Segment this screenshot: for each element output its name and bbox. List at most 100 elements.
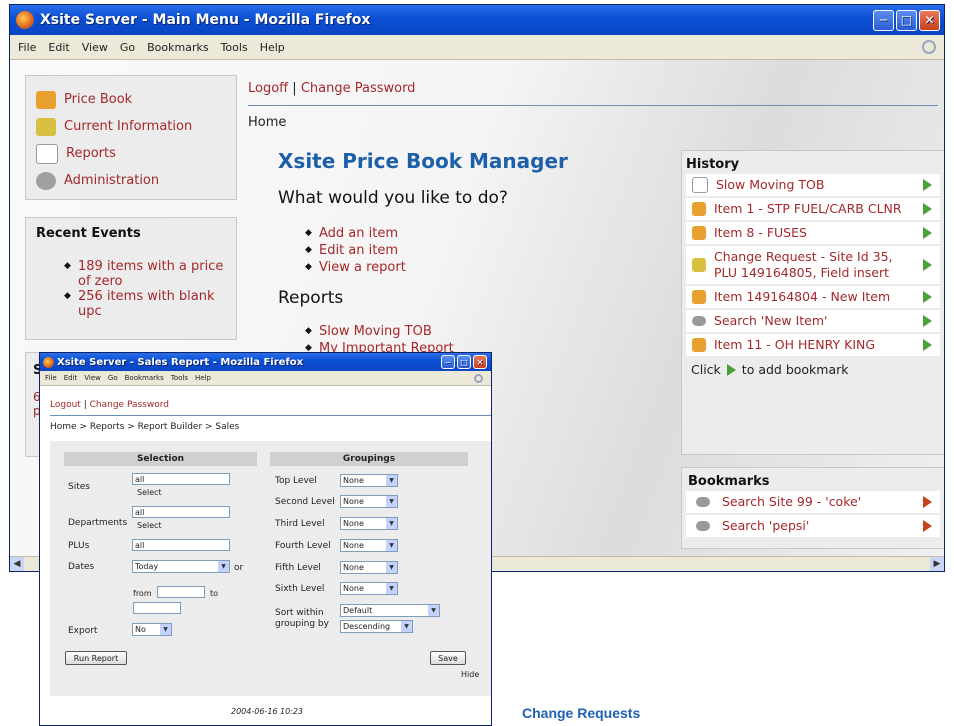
export-select[interactable]: No ▼ xyxy=(132,623,172,636)
run-report-button[interactable]: Run Report xyxy=(65,651,127,665)
menu-file[interactable]: File xyxy=(18,41,36,54)
departments-select-link[interactable]: Select xyxy=(137,521,162,530)
from-date-field[interactable] xyxy=(157,586,205,598)
recent-event-item[interactable]: 256 items with blank upc xyxy=(64,289,226,319)
bookmarks-box: Bookmarks Search Site 99 - 'coke' Search… xyxy=(681,467,944,549)
price-book-icon xyxy=(692,290,706,304)
add-bookmark-icon[interactable] xyxy=(923,179,932,191)
grouping-level-label: Second Level xyxy=(275,497,335,507)
logoff-link[interactable]: Logoff xyxy=(248,81,288,96)
main-titlebar: Xsite Server - Main Menu - Mozilla Firef… xyxy=(10,5,944,35)
popup-window-title: Xsite Server - Sales Report - Mozilla Fi… xyxy=(57,356,304,368)
page-title: Xsite Price Book Manager xyxy=(278,149,568,173)
action-edit-item[interactable]: Edit an item xyxy=(305,242,406,259)
history-item-label: Item 8 - FUSES xyxy=(714,225,807,240)
bookmark-item[interactable]: Search Site 99 - 'coke' xyxy=(686,491,940,513)
remove-bookmark-icon[interactable] xyxy=(923,496,932,508)
history-item[interactable]: Item 11 - OH HENRY KING xyxy=(686,334,940,356)
history-item[interactable]: Slow Moving TOB xyxy=(686,174,940,196)
add-bookmark-icon[interactable] xyxy=(923,315,932,327)
bookmark-item[interactable]: Search 'pepsi' xyxy=(686,515,940,537)
hide-link[interactable]: Hide xyxy=(461,670,479,679)
recent-events-heading: Recent Events xyxy=(36,226,141,241)
popup-menu-help[interactable]: Help xyxy=(195,374,211,382)
report-slow-moving-tob[interactable]: Slow Moving TOB xyxy=(305,323,454,340)
add-bookmark-icon[interactable] xyxy=(923,203,932,215)
add-bookmark-icon[interactable] xyxy=(923,227,932,239)
departments-field[interactable]: all xyxy=(132,506,230,518)
change-password-link[interactable]: Change Password xyxy=(301,81,416,96)
grouping-level-select[interactable]: None ▼ xyxy=(340,561,398,574)
nav-current-information[interactable]: Current Information xyxy=(26,113,236,140)
grouping-level-label: Fourth Level xyxy=(275,541,331,551)
history-item[interactable]: Item 149164804 - New Item xyxy=(686,286,940,308)
popup-account-links: Logout | Change Password xyxy=(50,400,169,410)
to-date-field[interactable] xyxy=(133,602,181,614)
throbber-icon xyxy=(474,373,483,383)
search-icon xyxy=(696,497,710,507)
chevron-down-icon: ▼ xyxy=(218,561,229,572)
popup-menu-bookmarks[interactable]: Bookmarks xyxy=(125,374,164,382)
popup-minimize-button[interactable]: ─ xyxy=(441,355,455,369)
chevron-down-icon: ▼ xyxy=(386,540,397,551)
price-book-icon xyxy=(692,202,706,216)
history-item[interactable]: Item 1 - STP FUEL/CARB CLNR xyxy=(686,198,940,220)
menu-edit[interactable]: Edit xyxy=(48,41,69,54)
scroll-right-icon[interactable]: ▶ xyxy=(930,557,944,571)
search-icon xyxy=(692,316,706,326)
nav-reports[interactable]: Reports xyxy=(26,140,236,167)
minimize-button[interactable]: ─ xyxy=(873,9,894,31)
menu-help[interactable]: Help xyxy=(260,41,285,54)
sites-field[interactable]: all xyxy=(132,473,230,485)
question-heading: What would you like to do? xyxy=(278,188,508,208)
report-icon xyxy=(692,177,708,193)
grouping-level-select[interactable]: None ▼ xyxy=(340,582,398,595)
menu-bookmarks[interactable]: Bookmarks xyxy=(147,41,208,54)
add-bookmark-icon[interactable] xyxy=(923,339,932,351)
recent-event-item[interactable]: 189 items with a price of zero xyxy=(64,259,226,289)
history-item-label: Search 'New Item' xyxy=(714,313,828,328)
history-item[interactable]: Item 8 - FUSES xyxy=(686,222,940,244)
history-item[interactable]: Change Request - Site Id 35, PLU 1491648… xyxy=(686,246,940,284)
menu-view[interactable]: View xyxy=(82,41,108,54)
popup-menu-file[interactable]: File xyxy=(45,374,57,382)
logout-link[interactable]: Logout xyxy=(50,400,81,410)
sites-select-link[interactable]: Select xyxy=(137,488,162,497)
scroll-left-icon[interactable]: ◀ xyxy=(10,557,24,571)
action-add-item[interactable]: Add an item xyxy=(305,225,406,242)
dates-or-text: or xyxy=(234,563,244,573)
sort-field-select[interactable]: Default ▼ xyxy=(340,604,440,617)
history-heading: History xyxy=(686,157,740,172)
grouping-level-value: None xyxy=(343,519,364,528)
menu-tools[interactable]: Tools xyxy=(221,41,248,54)
close-button[interactable]: ✕ xyxy=(919,9,940,31)
popup-menu-tools[interactable]: Tools xyxy=(171,374,188,382)
sort-order-select[interactable]: Descending ▼ xyxy=(340,620,413,633)
add-bookmark-icon[interactable] xyxy=(923,291,932,303)
add-bookmark-icon[interactable] xyxy=(923,259,932,271)
remove-bookmark-icon[interactable] xyxy=(923,520,932,532)
popup-menu-edit[interactable]: Edit xyxy=(64,374,78,382)
maximize-button[interactable]: □ xyxy=(896,9,917,31)
popup-content: Logout | Change Password Home > Reports … xyxy=(40,386,491,725)
grouping-level-select[interactable]: None ▼ xyxy=(340,474,398,487)
grouping-level-select[interactable]: None ▼ xyxy=(340,495,398,508)
popup-menu-view[interactable]: View xyxy=(84,374,101,382)
popup-change-password-link[interactable]: Change Password xyxy=(90,400,169,410)
grouping-level-select[interactable]: None ▼ xyxy=(340,517,398,530)
popup-breadcrumb[interactable]: Home > Reports > Report Builder > Sales xyxy=(50,422,239,432)
popup-close-button[interactable]: ✕ xyxy=(473,355,487,369)
history-item[interactable]: Search 'New Item' xyxy=(686,310,940,332)
menu-go[interactable]: Go xyxy=(120,41,135,54)
sort-field-value: Default xyxy=(343,606,373,615)
nav-administration[interactable]: Administration xyxy=(26,167,236,194)
nav-price-book[interactable]: Price Book xyxy=(26,86,236,113)
popup-maximize-button[interactable]: □ xyxy=(457,355,471,369)
plus-field[interactable]: all xyxy=(132,539,230,551)
dates-select[interactable]: Today ▼ xyxy=(132,560,230,573)
popup-menu-go[interactable]: Go xyxy=(108,374,118,382)
save-button[interactable]: Save xyxy=(430,651,466,665)
grouping-level-select[interactable]: None ▼ xyxy=(340,539,398,552)
sales-report-window: Xsite Server - Sales Report - Mozilla Fi… xyxy=(39,352,492,726)
action-view-report[interactable]: View a report xyxy=(305,259,406,276)
